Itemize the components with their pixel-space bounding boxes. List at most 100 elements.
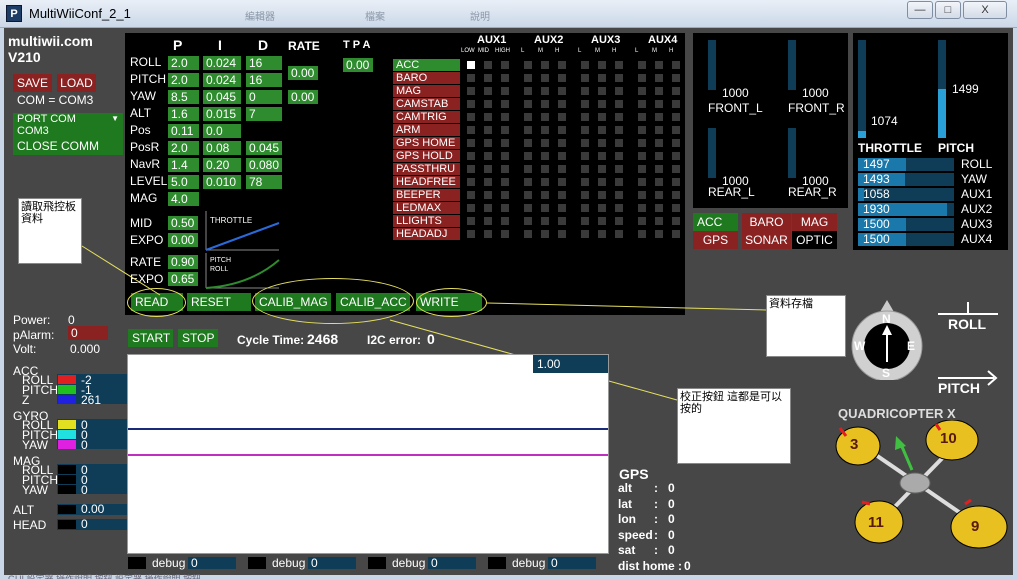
expo-field[interactable]: 0.00 xyxy=(168,233,198,247)
aux-checkbox[interactable] xyxy=(501,87,509,95)
aux-checkbox[interactable] xyxy=(598,178,606,186)
aux-checkbox[interactable] xyxy=(615,61,623,69)
aux-checkbox[interactable] xyxy=(581,204,589,212)
pid-p-field[interactable]: 1.6 xyxy=(168,107,199,121)
aux-checkbox[interactable] xyxy=(615,230,623,238)
aux-checkbox[interactable] xyxy=(672,113,680,121)
aux-checkbox[interactable] xyxy=(484,165,492,173)
aux-checkbox[interactable] xyxy=(655,217,663,225)
aux-checkbox[interactable] xyxy=(558,87,566,95)
aux-checkbox[interactable] xyxy=(638,204,646,212)
aux-checkbox[interactable] xyxy=(501,61,509,69)
aux-checkbox[interactable] xyxy=(615,74,623,82)
rate-yaw-field[interactable]: 0.00 xyxy=(288,90,318,104)
aux-checkbox[interactable] xyxy=(541,191,549,199)
aux-checkbox[interactable] xyxy=(501,74,509,82)
aux-checkbox[interactable] xyxy=(484,61,492,69)
aux-checkbox[interactable] xyxy=(501,178,509,186)
pid-p-field[interactable]: 2.0 xyxy=(168,73,199,87)
aux-checkbox[interactable] xyxy=(615,87,623,95)
aux-checkbox[interactable] xyxy=(581,191,589,199)
aux-checkbox[interactable] xyxy=(638,100,646,108)
aux-checkbox[interactable] xyxy=(484,191,492,199)
aux-checkbox[interactable] xyxy=(467,87,475,95)
gyro-roll-swatch[interactable] xyxy=(58,420,76,429)
aux-checkbox[interactable] xyxy=(484,74,492,82)
pid-p-field[interactable]: 5.0 xyxy=(168,175,199,189)
debug-swatch[interactable] xyxy=(488,557,506,569)
rate-expo-field[interactable]: 0.65 xyxy=(168,272,198,286)
tpa-field[interactable]: 0.00 xyxy=(343,58,373,72)
pid-p-field[interactable]: 1.4 xyxy=(168,158,199,172)
aux-checkbox[interactable] xyxy=(541,139,549,147)
aux-checkbox[interactable] xyxy=(615,178,623,186)
aux-checkbox[interactable] xyxy=(541,61,549,69)
aux-checkbox[interactable] xyxy=(484,100,492,108)
aux-checkbox[interactable] xyxy=(638,126,646,134)
rate-rollpitch-field[interactable]: 0.00 xyxy=(288,66,318,80)
aux-checkbox[interactable] xyxy=(598,113,606,121)
acc-pitch-swatch[interactable] xyxy=(58,385,76,394)
aux-checkbox[interactable] xyxy=(672,100,680,108)
aux-checkbox[interactable] xyxy=(598,204,606,212)
aux-checkbox[interactable] xyxy=(467,100,475,108)
aux-checkbox[interactable] xyxy=(615,139,623,147)
pid-d-field[interactable]: 16 xyxy=(246,56,282,70)
aux-checkbox[interactable] xyxy=(615,152,623,160)
aux-checkbox[interactable] xyxy=(638,74,646,82)
aux-checkbox[interactable] xyxy=(638,61,646,69)
aux-checkbox[interactable] xyxy=(655,204,663,212)
aux-checkbox[interactable] xyxy=(598,191,606,199)
aux-checkbox[interactable] xyxy=(558,178,566,186)
aux-checkbox[interactable] xyxy=(655,191,663,199)
aux-checkbox[interactable] xyxy=(541,74,549,82)
aux-checkbox[interactable] xyxy=(484,139,492,147)
aux-checkbox[interactable] xyxy=(501,191,509,199)
aux-checkbox[interactable] xyxy=(655,113,663,121)
rate-field[interactable]: 0.90 xyxy=(168,255,198,269)
aux-checkbox[interactable] xyxy=(672,178,680,186)
aux-checkbox[interactable] xyxy=(558,165,566,173)
aux-checkbox[interactable] xyxy=(501,152,509,160)
aux-checkbox[interactable] xyxy=(501,126,509,134)
aux-checkbox[interactable] xyxy=(615,204,623,212)
aux-checkbox[interactable] xyxy=(672,152,680,160)
aux-checkbox[interactable] xyxy=(672,230,680,238)
aux-checkbox[interactable] xyxy=(581,61,589,69)
aux-checkbox[interactable] xyxy=(541,152,549,160)
pid-i-field[interactable]: 0.024 xyxy=(203,73,241,87)
aux-checkbox[interactable] xyxy=(581,139,589,147)
aux-checkbox[interactable] xyxy=(581,100,589,108)
aux-checkbox[interactable] xyxy=(581,217,589,225)
aux-checkbox[interactable] xyxy=(524,113,532,121)
start-button[interactable]: START xyxy=(128,329,173,347)
aux-checkbox[interactable] xyxy=(501,204,509,212)
aux-checkbox[interactable] xyxy=(524,61,532,69)
aux-checkbox[interactable] xyxy=(598,165,606,173)
aux-checkbox[interactable] xyxy=(541,178,549,186)
aux-checkbox[interactable] xyxy=(638,191,646,199)
aux-checkbox[interactable] xyxy=(484,178,492,186)
debug-swatch[interactable] xyxy=(248,557,266,569)
acc-roll-swatch[interactable] xyxy=(58,375,76,384)
aux-checkbox[interactable] xyxy=(581,126,589,134)
aux-checkbox[interactable] xyxy=(484,126,492,134)
aux-checkbox[interactable] xyxy=(672,74,680,82)
pid-p-field[interactable]: 2.0 xyxy=(168,141,199,155)
aux-checkbox[interactable] xyxy=(501,217,509,225)
aux-checkbox[interactable] xyxy=(467,113,475,121)
aux-checkbox[interactable] xyxy=(581,178,589,186)
aux-checkbox[interactable] xyxy=(467,191,475,199)
aux-checkbox[interactable] xyxy=(615,191,623,199)
aux-checkbox[interactable] xyxy=(558,191,566,199)
aux-checkbox[interactable] xyxy=(615,165,623,173)
debug-swatch[interactable] xyxy=(128,557,146,569)
aux-checkbox[interactable] xyxy=(524,152,532,160)
aux-checkbox[interactable] xyxy=(581,165,589,173)
maximize-button[interactable]: □ xyxy=(935,1,961,19)
aux-checkbox[interactable] xyxy=(541,230,549,238)
aux-checkbox[interactable] xyxy=(484,152,492,160)
aux-checkbox[interactable] xyxy=(615,217,623,225)
aux-checkbox[interactable] xyxy=(541,100,549,108)
aux-checkbox[interactable] xyxy=(655,126,663,134)
